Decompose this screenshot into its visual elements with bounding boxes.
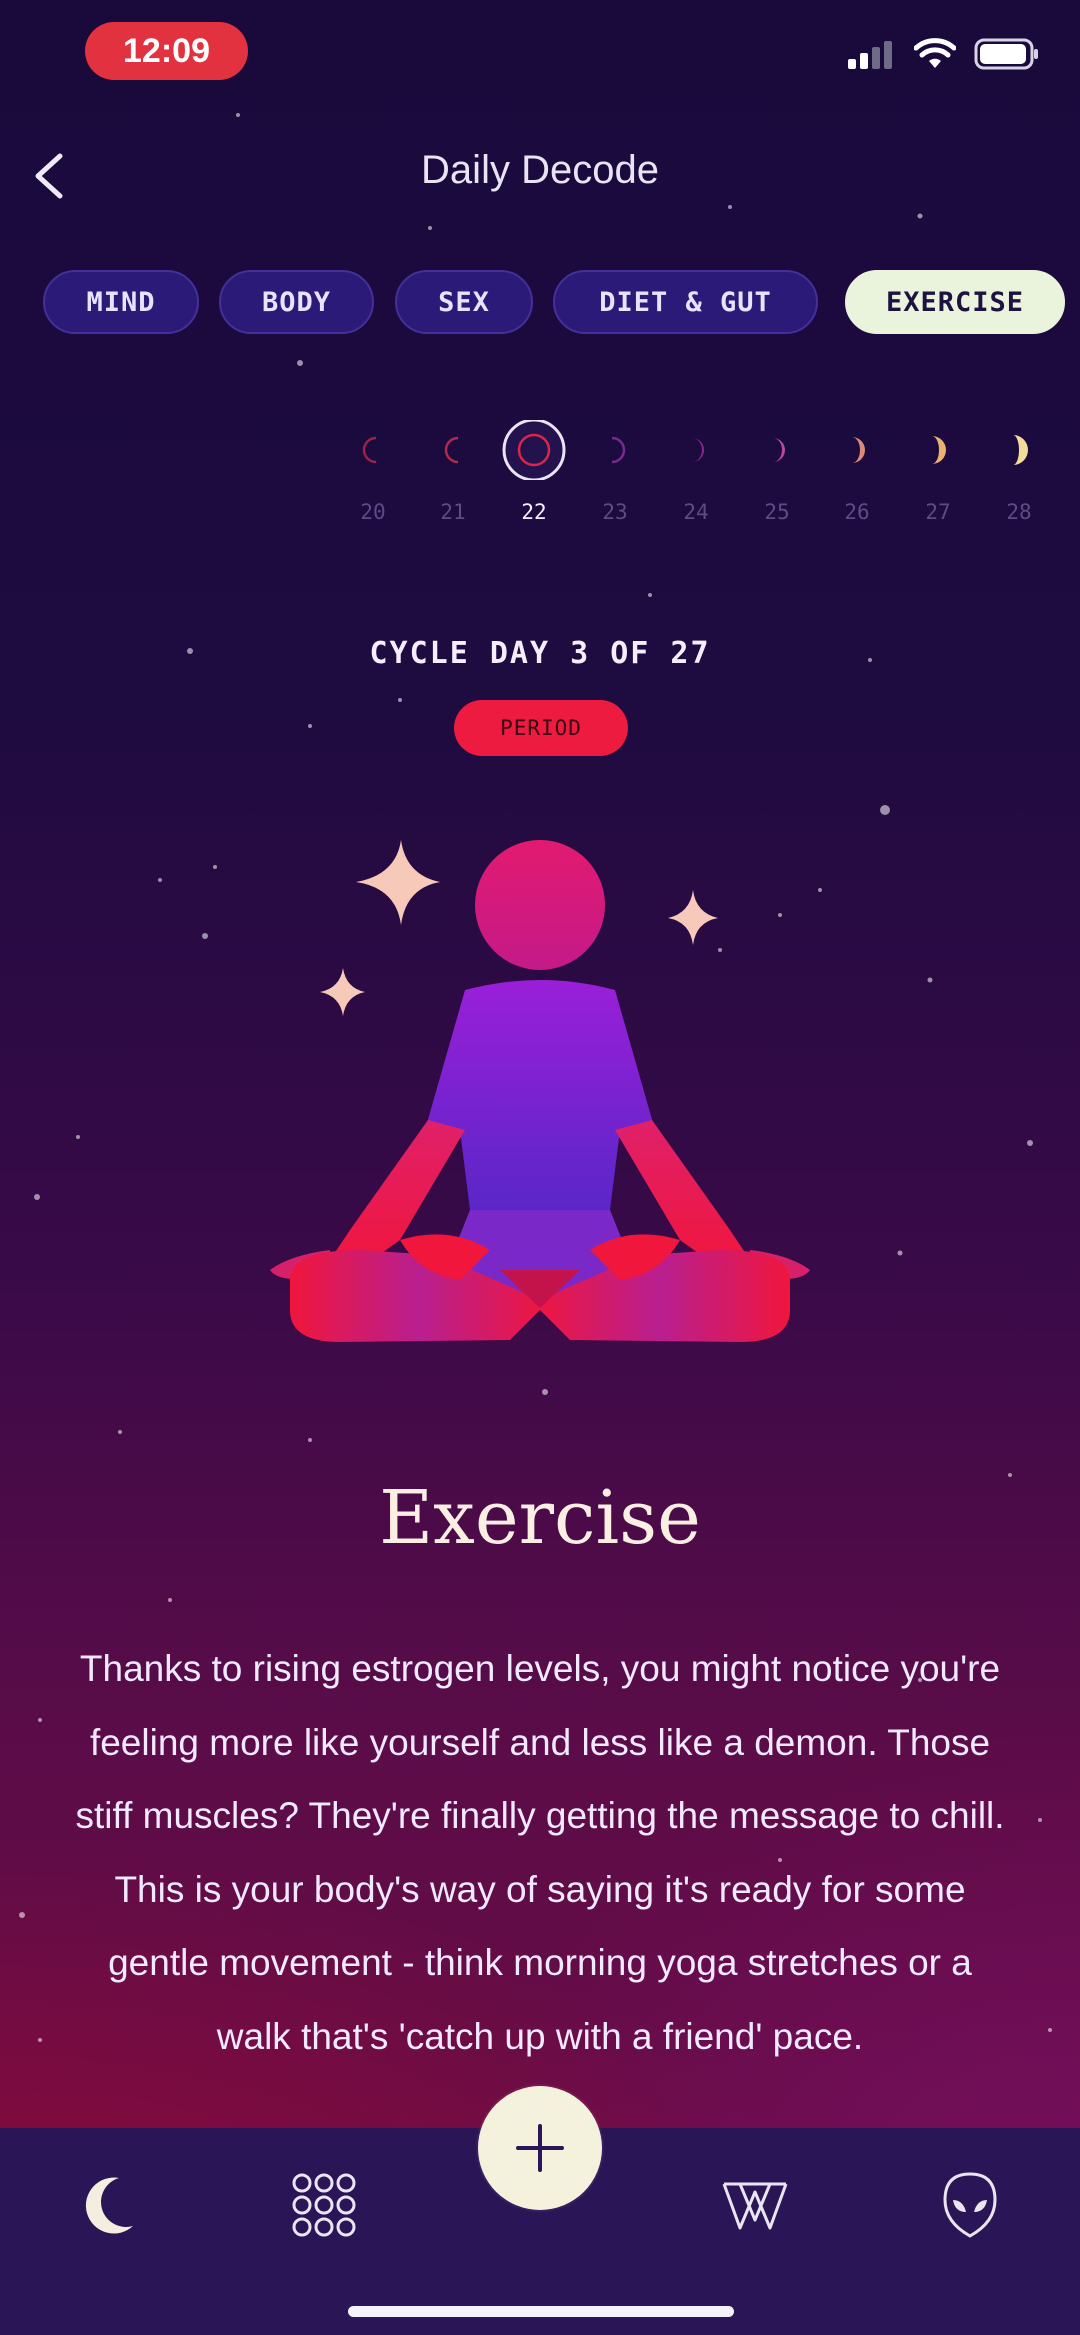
w-icon[interactable] <box>720 2170 790 2240</box>
moon-phase-icon <box>611 436 626 464</box>
meditation-illustration <box>270 840 810 1342</box>
phase-badge: PERIOD <box>454 700 628 756</box>
date-item[interactable]: 24 <box>661 420 731 524</box>
date-label: 28 <box>1006 500 1032 524</box>
bottom-nav <box>0 2086 1080 2335</box>
date-item[interactable]: 27 <box>903 420 973 524</box>
moon-phase-icon <box>1013 435 1028 465</box>
date-item[interactable]: 25 <box>742 420 812 524</box>
moon-phase-icon <box>692 438 704 462</box>
wifi-icon <box>914 38 956 68</box>
date-item[interactable]: 26 <box>822 420 892 524</box>
add-button[interactable] <box>478 2086 602 2210</box>
date-label: 25 <box>764 500 790 524</box>
moon-phase-icon <box>362 436 377 464</box>
alien-icon[interactable] <box>935 2170 1005 2240</box>
moon-phase-icon <box>932 436 946 464</box>
date-item[interactable]: 23 <box>580 420 650 524</box>
moon-phase-icon <box>773 438 785 462</box>
section-heading: Exercise <box>379 1475 701 1561</box>
grid-icon[interactable] <box>289 2170 359 2240</box>
tab-diet-gut[interactable]: DIET & GUT <box>553 270 818 334</box>
date-label: 22 <box>521 500 547 524</box>
tab-mind[interactable]: MIND <box>43 270 199 334</box>
date-label: 20 <box>360 500 386 524</box>
date-item[interactable]: 28 <box>984 420 1054 524</box>
date-label: 26 <box>844 500 870 524</box>
cycle-day-label: CYCLE DAY 3 OF 27 <box>369 636 711 671</box>
home-indicator <box>348 2306 734 2317</box>
date-item-selected[interactable]: 22 <box>499 420 569 524</box>
tab-body[interactable]: BODY <box>219 270 374 334</box>
moon-phase-icon <box>852 437 865 463</box>
date-label: 23 <box>602 500 628 524</box>
moon-phase-icon <box>502 420 566 480</box>
tab-exercise[interactable]: EXERCISE <box>845 270 1065 334</box>
date-label: 24 <box>683 500 709 524</box>
moon-phase-icon <box>444 436 459 464</box>
date-label: 21 <box>440 500 466 524</box>
status-icons <box>846 38 1040 70</box>
section-body: Thanks to rising estrogen levels, you mi… <box>75 1648 1005 2057</box>
page-title: Daily Decode <box>421 148 659 192</box>
date-item[interactable]: 21 <box>418 420 488 524</box>
moon-icon[interactable] <box>75 2170 145 2240</box>
date-item[interactable]: 20 <box>338 420 408 524</box>
tab-sex[interactable]: SEX <box>395 270 533 334</box>
date-label: 27 <box>925 500 951 524</box>
signal-icon <box>848 41 892 69</box>
date-strip: 20 21 22 23 24 25 26 27 28 <box>0 420 1080 540</box>
plus-icon <box>516 2124 564 2172</box>
category-tabs: MIND BODY SEX DIET & GUT EXERCISE <box>0 270 1080 336</box>
status-time: 12:09 <box>85 22 248 80</box>
battery-icon <box>974 38 1038 70</box>
